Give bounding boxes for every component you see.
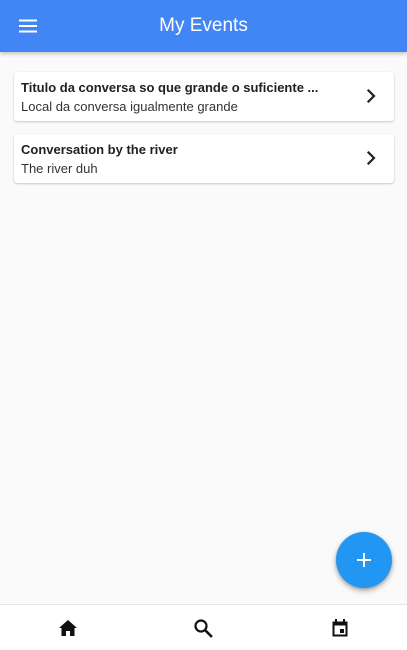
add-icon bbox=[357, 553, 371, 567]
nav-calendar-button[interactable] bbox=[310, 605, 370, 650]
app-bar: My Events bbox=[0, 0, 407, 52]
home-icon bbox=[59, 620, 77, 636]
bottom-navigation bbox=[0, 604, 407, 650]
nav-home-button[interactable] bbox=[38, 605, 98, 650]
calendar-icon bbox=[332, 619, 348, 637]
chevron-right-icon bbox=[366, 88, 376, 104]
event-card[interactable]: Titulo da conversa so que grande o sufic… bbox=[14, 72, 394, 121]
event-title: Conversation by the river bbox=[21, 142, 178, 157]
search-icon bbox=[194, 619, 213, 638]
add-event-button[interactable] bbox=[336, 532, 392, 588]
event-list: Titulo da conversa so que grande o sufic… bbox=[14, 72, 394, 196]
event-location: Local da conversa igualmente grande bbox=[21, 99, 238, 114]
app-screen: My Events Titulo da conversa so que gran… bbox=[0, 0, 407, 650]
event-card[interactable]: Conversation by the river The river duh bbox=[14, 134, 394, 183]
chevron-right-icon bbox=[366, 150, 376, 166]
page-title: My Events bbox=[159, 15, 248, 36]
event-location: The river duh bbox=[21, 161, 98, 176]
nav-search-button[interactable] bbox=[173, 605, 233, 650]
event-title: Titulo da conversa so que grande o sufic… bbox=[21, 80, 319, 95]
